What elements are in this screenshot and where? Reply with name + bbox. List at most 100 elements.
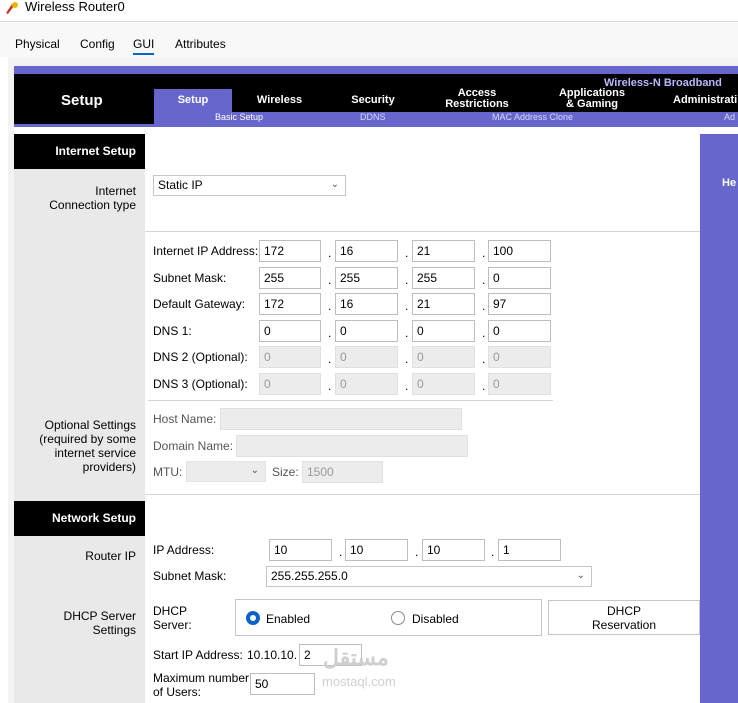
- connection-type-value: Static IP: [158, 178, 203, 192]
- router-app-icon: [6, 2, 18, 14]
- router-ip-octet-2[interactable]: [345, 539, 408, 561]
- dhcp-disabled-radio[interactable]: [391, 611, 405, 625]
- dot-separator: .: [415, 545, 419, 559]
- router-ip-octet-3[interactable]: [422, 539, 485, 561]
- dns2-octet-1[interactable]: [259, 346, 321, 368]
- chevron-down-icon: ⌄: [330, 179, 339, 190]
- window-titlebar: Wireless Router0: [0, 0, 738, 22]
- dns3-octet-2[interactable]: [335, 373, 398, 395]
- dns3-octet-4[interactable]: [488, 373, 551, 395]
- subnet-mask-octet-2[interactable]: [335, 267, 398, 289]
- gateway-octet-3[interactable]: [412, 293, 475, 315]
- nav-setup[interactable]: Setup: [154, 89, 232, 112]
- section-title: Setup: [61, 92, 103, 109]
- subnav-basic-setup[interactable]: Basic Setup: [215, 112, 263, 122]
- dns3-octet-1[interactable]: [259, 373, 321, 395]
- dns2-octet-4[interactable]: [488, 346, 551, 368]
- mtu-label: MTU:: [153, 465, 183, 479]
- dhcp-server-label-2: Server:: [153, 618, 192, 632]
- router-ip-label: Router IP: [85, 549, 136, 563]
- tab-gui[interactable]: GUI: [133, 37, 155, 55]
- gateway-octet-4[interactable]: [488, 293, 551, 315]
- dot-separator: .: [482, 379, 486, 393]
- mtu-select[interactable]: ⌄: [186, 461, 266, 482]
- tab-physical[interactable]: Physical: [15, 37, 60, 51]
- dot-separator: .: [339, 545, 343, 559]
- dhcp-disabled-label[interactable]: Disabled: [412, 612, 459, 626]
- domain-name-input[interactable]: [236, 435, 468, 457]
- optional-settings-label-2: (required by some: [39, 432, 136, 446]
- nav-access-restrictions[interactable]: Access Restrictions: [419, 88, 535, 111]
- header-bottom-strip: [14, 124, 738, 127]
- dot-separator: .: [482, 352, 486, 366]
- dot-separator: .: [405, 326, 409, 340]
- dns3-octet-3[interactable]: [412, 373, 475, 395]
- dot-separator: .: [328, 273, 332, 287]
- connection-type-label-1: Internet: [95, 184, 136, 198]
- window-title: Wireless Router0: [25, 0, 125, 14]
- internet-ip-octet-3[interactable]: [412, 240, 475, 262]
- subnet-mask-octet-1[interactable]: [259, 267, 321, 289]
- dns1-octet-2[interactable]: [335, 320, 398, 342]
- dns2-octet-3[interactable]: [412, 346, 475, 368]
- router-ip-address-label: IP Address:: [153, 543, 215, 557]
- dhcp-enabled-radio[interactable]: [246, 611, 260, 625]
- subnav-bar: Basic Setup DDNS MAC Address Clone Ad: [154, 112, 738, 124]
- dot-separator: .: [405, 246, 409, 260]
- nav-access-label-2: Restrictions: [445, 98, 509, 110]
- nav-applications-gaming[interactable]: Applications & Gaming: [535, 88, 649, 111]
- dot-separator: .: [328, 246, 332, 260]
- nav-administration[interactable]: Administrati: [649, 89, 738, 112]
- dns1-octet-1[interactable]: [259, 320, 321, 342]
- internet-ip-octet-2[interactable]: [335, 240, 398, 262]
- max-users-label-2: of Users:: [153, 685, 202, 699]
- mtu-size-input[interactable]: [302, 461, 383, 483]
- router-subnet-mask-select[interactable]: 255.255.255.0 ⌄: [266, 566, 592, 587]
- dhcp-server-label: DHCP Server:: [153, 604, 192, 632]
- dhcp-enabled-label[interactable]: Enabled: [266, 612, 310, 626]
- nav-setup-label: Setup: [177, 94, 209, 106]
- subnet-mask-octet-4[interactable]: [488, 267, 551, 289]
- divider: [145, 494, 700, 495]
- max-users-input[interactable]: [250, 673, 315, 695]
- dot-separator: .: [405, 299, 409, 313]
- help-label: He: [722, 177, 737, 189]
- dhcp-settings-label-2: Settings: [92, 623, 136, 637]
- connection-type-label-2: Connection type: [49, 198, 136, 212]
- watermark-site: mostaql.com: [322, 674, 396, 689]
- dns2-octet-2[interactable]: [335, 346, 398, 368]
- internet-setup-section: Internet Setup: [14, 134, 145, 169]
- dns1-octet-4[interactable]: [488, 320, 551, 342]
- dhcp-reservation-label-1: DHCP: [606, 604, 641, 618]
- subnet-mask-octet-3[interactable]: [412, 267, 475, 289]
- internet-ip-octet-4[interactable]: [488, 240, 551, 262]
- max-users-label: Maximum number of Users:: [153, 671, 249, 699]
- dns1-octet-3[interactable]: [412, 320, 475, 342]
- router-ip-octet-1[interactable]: [269, 539, 332, 561]
- subnav-ad[interactable]: Ad: [724, 112, 735, 122]
- dns2-label: DNS 2 (Optional):: [153, 350, 248, 364]
- nav-security[interactable]: Security: [327, 89, 419, 112]
- dot-separator: .: [328, 299, 332, 313]
- chevron-down-icon: ⌄: [250, 465, 259, 476]
- dns1-label: DNS 1:: [153, 324, 192, 338]
- dhcp-reservation-button[interactable]: DHCP Reservation: [548, 600, 700, 635]
- gateway-octet-1[interactable]: [259, 293, 321, 315]
- host-name-input[interactable]: [220, 408, 462, 430]
- dhcp-settings-label-1: DHCP Server: [63, 609, 136, 623]
- tab-config[interactable]: Config: [80, 37, 115, 51]
- nav-wireless-label: Wireless: [256, 94, 303, 106]
- subnav-mac-clone[interactable]: MAC Address Clone: [492, 112, 573, 122]
- subnav-ddns[interactable]: DDNS: [360, 112, 386, 122]
- default-gateway-label: Default Gateway:: [153, 297, 246, 311]
- dot-separator: .: [405, 379, 409, 393]
- divider: [148, 400, 553, 401]
- nav-wireless[interactable]: Wireless: [232, 89, 327, 112]
- connection-type-select[interactable]: Static IP ⌄: [153, 175, 346, 196]
- dot-separator: .: [482, 273, 486, 287]
- internet-ip-octet-1[interactable]: [259, 240, 321, 262]
- tab-attributes[interactable]: Attributes: [175, 37, 226, 51]
- gateway-octet-2[interactable]: [335, 293, 398, 315]
- header-blue-bar: [14, 66, 738, 74]
- router-ip-octet-4[interactable]: [498, 539, 561, 561]
